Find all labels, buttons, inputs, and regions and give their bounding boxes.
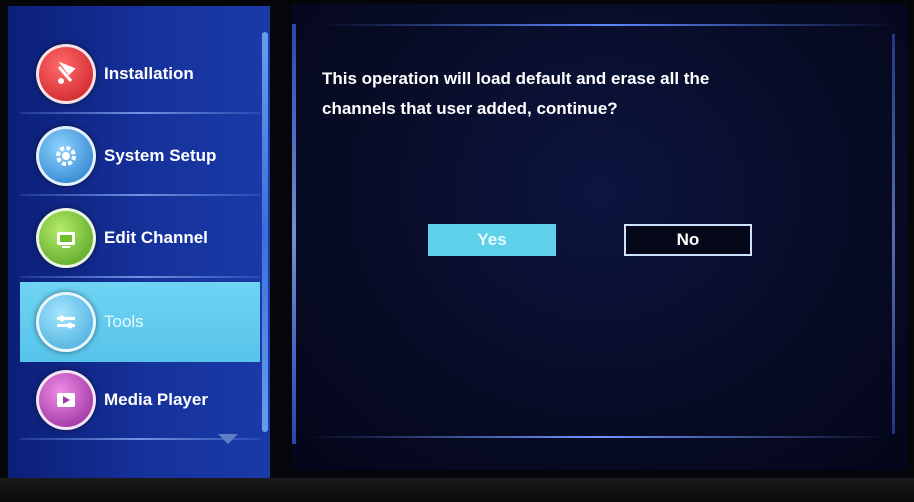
installation-icon [36,44,96,104]
menu-item-tools[interactable]: Tools [20,282,260,362]
menu-label-media-player: Media Player [104,390,208,409]
menu-scrollbar[interactable] [262,32,268,432]
panel-right-border [892,34,895,434]
menu-item-system-setup[interactable]: System Setup [20,116,260,196]
confirm-message-line-1: This operation will load default and era… [322,69,710,88]
gear-icon [36,126,96,186]
menu-label-installation: Installation [104,64,194,83]
panel-left-border [292,24,296,444]
tools-icon [36,292,96,352]
menu-divider [20,276,260,278]
menu-label-tools: Tools [104,312,144,331]
menu-divider [20,194,260,196]
confirm-message-line-2: channels that user added, continue? [322,99,618,118]
menu-divider [20,112,260,114]
edit-channel-icon [36,208,96,268]
confirm-message: This operation will load default and era… [322,64,862,124]
no-button[interactable]: No [624,224,752,256]
yes-button[interactable]: Yes [428,224,556,256]
media-player-icon [36,370,96,430]
tv-screen: Installation System Setup Edit Channel T… [8,4,908,480]
panel-top-border [318,24,898,26]
main-menu-sidebar: Installation System Setup Edit Channel T… [8,6,270,478]
menu-label-system-setup: System Setup [104,146,217,165]
scroll-down-arrow-icon[interactable] [218,434,238,444]
menu-item-media-player[interactable]: Media Player [20,360,260,440]
menu-label-edit-channel: Edit Channel [104,228,208,247]
tv-bezel [0,478,914,502]
panel-bottom-border [308,436,888,438]
menu-item-edit-channel[interactable]: Edit Channel [20,198,260,278]
menu-item-installation[interactable]: Installation [20,34,260,114]
